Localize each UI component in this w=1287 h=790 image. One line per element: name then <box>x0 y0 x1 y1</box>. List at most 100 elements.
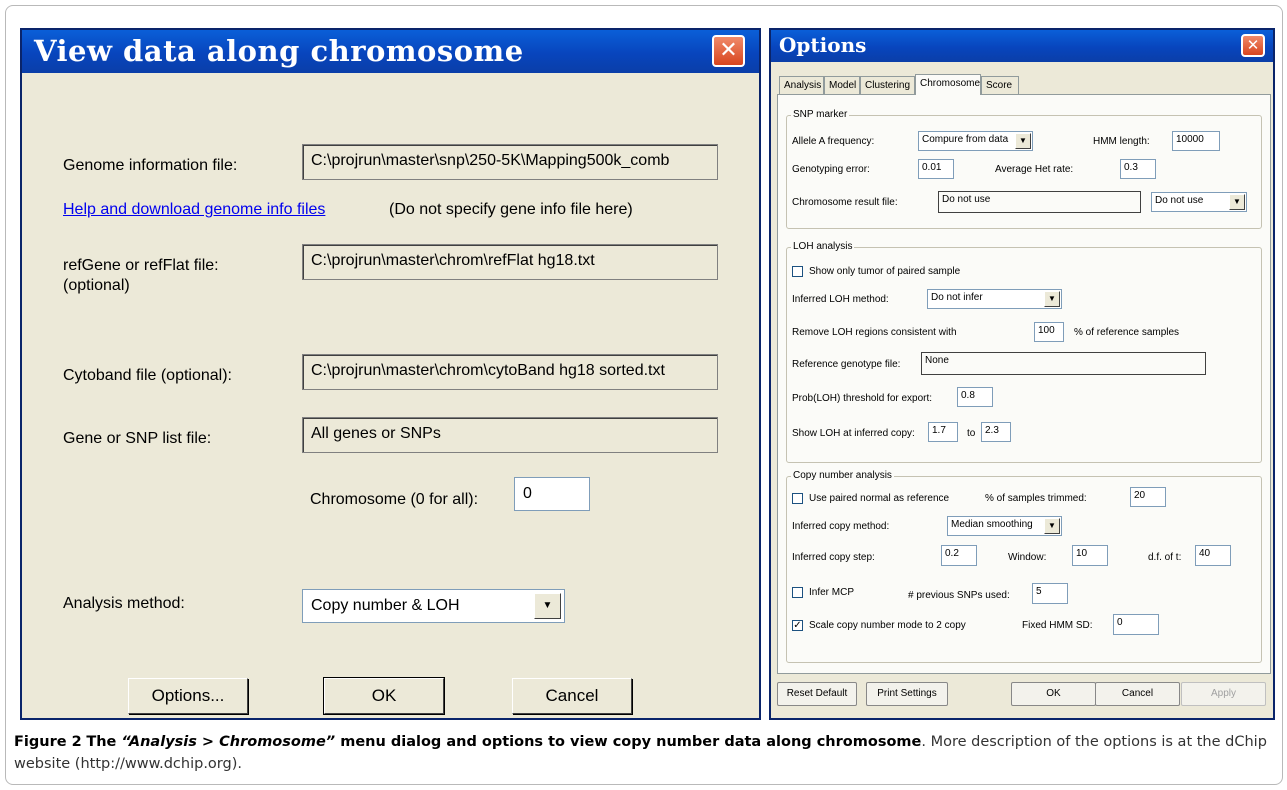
refgene-label: refGene or refFlat file: <box>63 257 219 274</box>
ref-genotype-label: Reference genotype file: <box>792 359 901 370</box>
options-dialog: Options ✕ Analysis Model Clustering Chro… <box>769 28 1275 720</box>
avg-het-label: Average Het rate: <box>995 164 1074 175</box>
copy-step-label: Inferred copy step: <box>792 552 875 563</box>
infer-mcp-label: Infer MCP <box>809 587 855 598</box>
options-cancel-button[interactable]: Cancel <box>1095 682 1180 706</box>
refgene-field[interactable]: C:\projrun\master\chrom\refFlat hg18.txt <box>302 244 718 280</box>
tab-chromosome[interactable]: Chromosome <box>915 74 981 95</box>
fixed-sd-input[interactable]: 0 <box>1113 614 1159 635</box>
chromosome-label: Chromosome (0 for all): <box>310 491 479 508</box>
genome-info-field[interactable]: C:\projrun\master\snp\250-5K\Mapping500k… <box>302 144 718 180</box>
tab-score[interactable]: Score <box>981 76 1019 95</box>
copy-number-legend: Copy number analysis <box>791 470 894 481</box>
scale-copy-checkbox[interactable]: ✓ <box>792 620 803 631</box>
close-icon: ✕ <box>1246 36 1260 54</box>
df-input[interactable]: 40 <box>1195 545 1231 566</box>
refgene-optional-label: (optional) <box>63 277 130 294</box>
options-title-bar: Options ✕ <box>771 30 1273 62</box>
genome-info-label: Genome information file: <box>63 157 238 174</box>
cytoband-field[interactable]: C:\projrun\master\chrom\cytoBand hg18 so… <box>302 354 718 390</box>
reset-default-button[interactable]: Reset Default <box>777 682 857 706</box>
hmm-length-label: HMM length: <box>1093 136 1150 147</box>
analysis-method-value: Copy number & LOH <box>311 597 460 614</box>
prob-loh-input[interactable]: 0.8 <box>957 387 993 407</box>
df-label: d.f. of t: <box>1148 552 1182 563</box>
allele-freq-select[interactable]: Compure from data ▼ <box>918 131 1033 151</box>
genotyping-error-label: Genotyping error: <box>792 164 870 175</box>
apply-button[interactable]: Apply <box>1181 682 1266 706</box>
gene-list-field[interactable]: All genes or SNPs <box>302 417 718 453</box>
inferred-copy-method-value: Median smoothing <box>951 519 1033 530</box>
options-close-button[interactable]: ✕ <box>1241 34 1265 57</box>
tab-analysis[interactable]: Analysis <box>779 76 824 95</box>
prev-snps-input[interactable]: 5 <box>1032 583 1068 604</box>
options-ok-button[interactable]: OK <box>1011 682 1096 706</box>
chrom-result-select-value: Do not use <box>1155 195 1204 206</box>
print-settings-button[interactable]: Print Settings <box>866 682 948 706</box>
show-loh-to-input[interactable]: 2.3 <box>981 422 1011 442</box>
chrom-result-select[interactable]: Do not use ▼ <box>1151 192 1247 212</box>
tab-clustering[interactable]: Clustering <box>860 76 915 95</box>
view-chromosome-dialog: View data along chromosome ✕ Genome info… <box>20 28 761 720</box>
caption-title-post: menu dialog and options to view copy num… <box>335 734 922 750</box>
hmm-length-input[interactable]: 10000 <box>1172 131 1220 151</box>
chrom-result-label: Chromosome result file: <box>792 197 898 208</box>
checkmark-icon: ✓ <box>793 620 802 631</box>
chromosome-tab-pane: SNP marker Allele A frequency: Compure f… <box>777 94 1271 674</box>
chevron-down-icon[interactable]: ▼ <box>1044 518 1060 534</box>
copy-number-group <box>786 476 1262 663</box>
allele-freq-label: Allele A frequency: <box>792 136 875 147</box>
window-input[interactable]: 10 <box>1072 545 1108 566</box>
caption-title-pre: The <box>86 734 122 750</box>
fixed-sd-label: Fixed HMM SD: <box>1022 620 1093 631</box>
allele-freq-value: Compure from data <box>922 134 1009 145</box>
options-button[interactable]: Options... <box>128 678 248 714</box>
gene-list-label: Gene or SNP list file: <box>63 430 212 447</box>
remove-loh-label: Remove LOH regions consistent with <box>792 327 957 338</box>
cancel-button[interactable]: Cancel <box>512 678 632 714</box>
cytoband-label: Cytoband file (optional): <box>63 367 232 384</box>
chrom-result-field[interactable]: Do not use <box>938 191 1141 213</box>
chevron-down-icon[interactable]: ▼ <box>1044 291 1060 307</box>
inferred-loh-method-value: Do not infer <box>931 292 983 303</box>
dialog-title: View data along chromosome <box>34 34 524 68</box>
trimmed-input[interactable]: 20 <box>1130 487 1166 507</box>
caption-title-italic: “Analysis > Chromosome” <box>121 734 336 750</box>
show-tumor-checkbox[interactable] <box>792 266 803 277</box>
remove-loh-input[interactable]: 100 <box>1034 322 1064 342</box>
show-loh-copy-label: Show LOH at inferred copy: <box>792 428 915 439</box>
chevron-down-icon[interactable]: ▼ <box>1229 194 1245 210</box>
show-tumor-label: Show only tumor of paired sample <box>809 266 961 277</box>
show-loh-to-label: to <box>967 428 976 439</box>
chevron-down-icon[interactable]: ▼ <box>1015 133 1031 149</box>
close-icon: ✕ <box>719 38 738 63</box>
use-paired-checkbox[interactable] <box>792 493 803 504</box>
title-bar: View data along chromosome ✕ <box>22 30 759 73</box>
ok-button[interactable]: OK <box>323 677 445 715</box>
ref-genotype-field[interactable]: None <box>921 352 1206 375</box>
inferred-copy-method-select[interactable]: Median smoothing ▼ <box>947 516 1062 536</box>
chevron-down-icon[interactable]: ▼ <box>534 593 561 619</box>
loh-analysis-legend: LOH analysis <box>791 241 855 252</box>
inferred-loh-method-label: Inferred LOH method: <box>792 294 889 305</box>
inferred-loh-method-select[interactable]: Do not infer ▼ <box>927 289 1062 309</box>
genotyping-error-input[interactable]: 0.01 <box>918 159 954 179</box>
close-button[interactable]: ✕ <box>712 35 745 67</box>
inferred-copy-method-label: Inferred copy method: <box>792 521 890 532</box>
caption-figure-label: Figure 2 <box>14 734 82 750</box>
dialog-body: Genome information file: C:\projrun\mast… <box>22 73 759 718</box>
avg-het-input[interactable]: 0.3 <box>1120 159 1156 179</box>
prob-loh-label: Prob(LOH) threshold for export: <box>792 393 933 404</box>
window-label: Window: <box>1008 552 1047 563</box>
analysis-method-select[interactable]: Copy number & LOH ▼ <box>302 589 565 623</box>
infer-mcp-checkbox[interactable] <box>792 587 803 598</box>
use-paired-label: Use paired normal as reference <box>809 493 950 504</box>
chromosome-input[interactable]: 0 <box>514 477 590 511</box>
remove-loh-suffix: % of reference samples <box>1074 327 1180 338</box>
copy-step-input[interactable]: 0.2 <box>941 545 977 566</box>
snp-marker-legend: SNP marker <box>791 109 850 120</box>
figure-caption: Figure 2 The “Analysis > Chromosome” men… <box>14 731 1274 775</box>
show-loh-from-input[interactable]: 1.7 <box>928 422 958 442</box>
help-download-link[interactable]: Help and download genome info files <box>63 201 325 219</box>
tab-model[interactable]: Model <box>824 76 860 95</box>
